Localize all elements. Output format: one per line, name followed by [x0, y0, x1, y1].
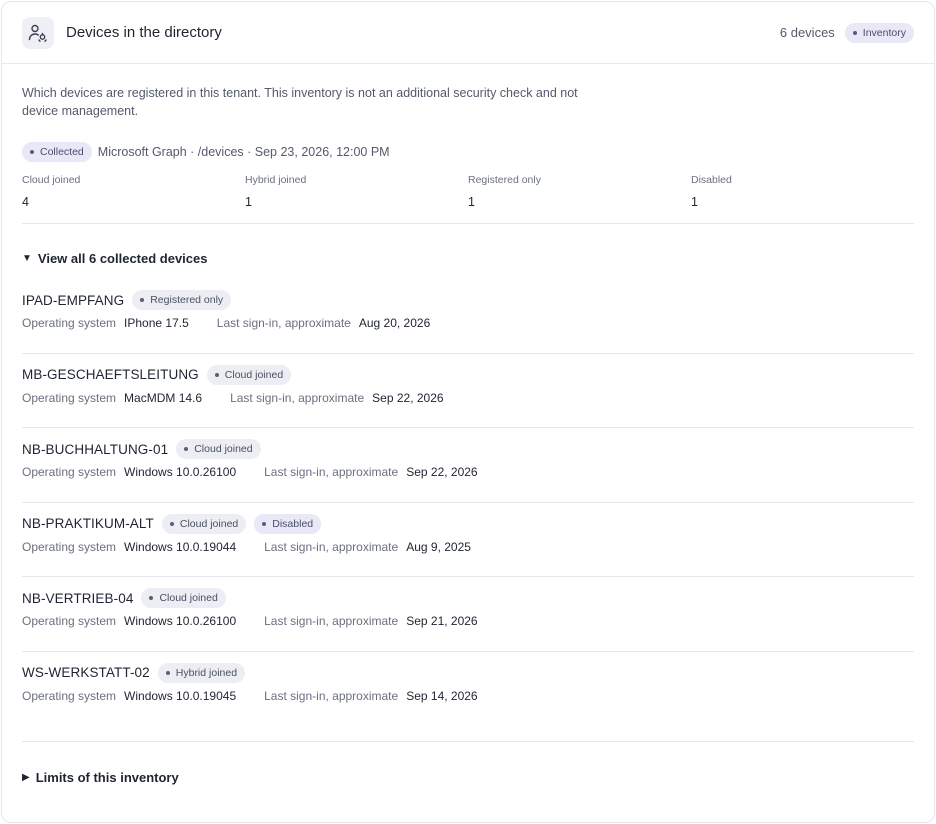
- inventory-badge: Inventory: [844, 22, 914, 43]
- device-count: 6 devices: [779, 25, 835, 40]
- device-row: WS-WERKSTATT-02 Hybrid joined Operating …: [22, 652, 914, 742]
- device-name: MB-GESCHAEFTSLEITUNG: [22, 367, 199, 382]
- device-name: WS-WERKSTATT-02: [22, 665, 150, 680]
- stat-label: Registered only: [468, 174, 541, 186]
- join-type-label: Cloud joined: [224, 368, 284, 381]
- badge-dot-icon: [30, 150, 34, 154]
- os-label: Operating system: [22, 539, 117, 554]
- stat-cloud-joined: Cloud joined 4: [22, 174, 245, 209]
- badge-dot-icon: [149, 596, 154, 600]
- device-name: NB-BUCHHALTUNG-01: [22, 441, 169, 457]
- device-row: NB-VERTRIEB-04 Cloud joined Operating sy…: [22, 577, 914, 652]
- inventory-badge-label: Inventory: [862, 26, 906, 39]
- signin-value: Sep 21, 2026: [406, 614, 478, 628]
- signin-label: Last sign-in, approximate: [230, 390, 365, 405]
- device-name: NB-PRAKTIKUM-ALT: [22, 516, 154, 531]
- join-type-label: Registered only: [150, 294, 224, 306]
- join-type-badge: Cloud joined: [141, 588, 226, 608]
- os-label: Operating system: [22, 688, 117, 703]
- device-row: MB-GESCHAEFTSLEITUNG Cloud joined Operat…: [22, 354, 914, 428]
- stats-row: Cloud joined 4 Hybrid joined 1 Registere…: [22, 174, 914, 224]
- join-type-label: Cloud joined: [179, 517, 239, 530]
- stat-value: 4: [22, 195, 29, 209]
- badge-dot-icon: [184, 447, 189, 451]
- device-row: NB-BUCHHALTUNG-01 Cloud joined Operating…: [22, 428, 914, 503]
- join-type-badge: Cloud joined: [176, 439, 261, 459]
- disabled-badge: Disabled: [254, 513, 322, 534]
- badge-dot-icon: [262, 521, 267, 526]
- join-type-label: Cloud joined: [194, 443, 253, 455]
- triangle-right-icon: ▶: [22, 771, 30, 783]
- source-text: Microsoft Graph · /devices · Sep 23, 202…: [97, 145, 390, 159]
- limits-label: Limits of this inventory: [35, 769, 179, 785]
- signin-label: Last sign-in, approximate: [216, 316, 351, 330]
- os-label: Operating system: [22, 316, 117, 330]
- badge-dot-icon: [214, 372, 219, 377]
- join-type-badge: Hybrid joined: [157, 662, 246, 683]
- signin-value: Sep 22, 2026: [372, 390, 444, 405]
- os-value: Windows 10.0.19045: [124, 688, 237, 703]
- triangle-down-icon: ▼: [22, 253, 32, 264]
- view-all-devices-toggle[interactable]: ▼ View all 6 collected devices: [22, 251, 914, 266]
- os-value: MacMDM 14.6: [124, 390, 203, 405]
- stat-label: Cloud joined: [22, 174, 81, 186]
- device-name: NB-VERTRIEB-04: [22, 590, 134, 606]
- device-name: IPAD-EMPFANG: [22, 292, 125, 308]
- signin-value: Aug 9, 2025: [406, 539, 471, 554]
- stat-value: 1: [691, 195, 698, 209]
- device-row: IPAD-EMPFANG Registered only Operating s…: [22, 279, 914, 354]
- device-list: IPAD-EMPFANG Registered only Operating s…: [22, 279, 914, 742]
- join-type-label: Cloud joined: [159, 592, 218, 604]
- view-all-devices-label: View all 6 collected devices: [37, 251, 208, 266]
- stat-hybrid-joined: Hybrid joined 1: [245, 174, 468, 209]
- card-header: Devices in the directory 6 devices Inven…: [2, 2, 934, 64]
- signin-value: Sep 22, 2026: [406, 465, 478, 479]
- collected-badge-label: Collected: [40, 146, 84, 158]
- os-label: Operating system: [22, 390, 117, 405]
- badge-dot-icon: [852, 30, 857, 35]
- signin-label: Last sign-in, approximate: [264, 614, 399, 628]
- collected-badge: Collected: [22, 142, 92, 162]
- badge-dot-icon: [140, 298, 145, 302]
- os-value: Windows 10.0.26100: [124, 614, 237, 628]
- devices-user-icon: [22, 16, 54, 49]
- join-type-badge: Registered only: [132, 290, 232, 310]
- os-value: Windows 10.0.19044: [124, 539, 237, 554]
- stat-label: Hybrid joined: [245, 174, 307, 186]
- stat-value: 1: [468, 195, 475, 209]
- card-content: Which devices are registered in this ten…: [2, 84, 934, 785]
- stat-registered-only: Registered only 1: [468, 174, 691, 209]
- source-line: Collected Microsoft Graph · /devices · S…: [22, 142, 914, 162]
- os-value: Windows 10.0.26100: [124, 465, 237, 479]
- description: Which devices are registered in this ten…: [22, 86, 578, 118]
- device-row: NB-PRAKTIKUM-ALT Cloud joined Disabled O…: [22, 503, 914, 577]
- os-label: Operating system: [22, 465, 117, 479]
- signin-label: Last sign-in, approximate: [264, 539, 399, 554]
- signin-value: Aug 20, 2026: [358, 316, 431, 330]
- stat-value: 1: [245, 195, 252, 209]
- badge-dot-icon: [169, 521, 174, 526]
- card-title: Devices in the directory: [66, 24, 222, 41]
- signin-label: Last sign-in, approximate: [264, 465, 399, 479]
- devices-card: Devices in the directory 6 devices Inven…: [1, 1, 935, 823]
- os-label: Operating system: [22, 614, 117, 628]
- badge-dot-icon: [165, 670, 170, 675]
- join-type-label: Hybrid joined: [175, 666, 238, 679]
- join-type-badge: Cloud joined: [161, 513, 247, 534]
- join-type-badge: Cloud joined: [206, 364, 292, 385]
- signin-label: Last sign-in, approximate: [264, 688, 399, 703]
- signin-value: Sep 14, 2026: [406, 688, 478, 703]
- limits-toggle[interactable]: ▶ Limits of this inventory: [22, 770, 914, 785]
- stat-label: Disabled: [691, 174, 732, 186]
- os-value: IPhone 17.5: [124, 316, 189, 330]
- stat-disabled: Disabled 1: [691, 174, 914, 209]
- status-label: Disabled: [272, 517, 314, 530]
